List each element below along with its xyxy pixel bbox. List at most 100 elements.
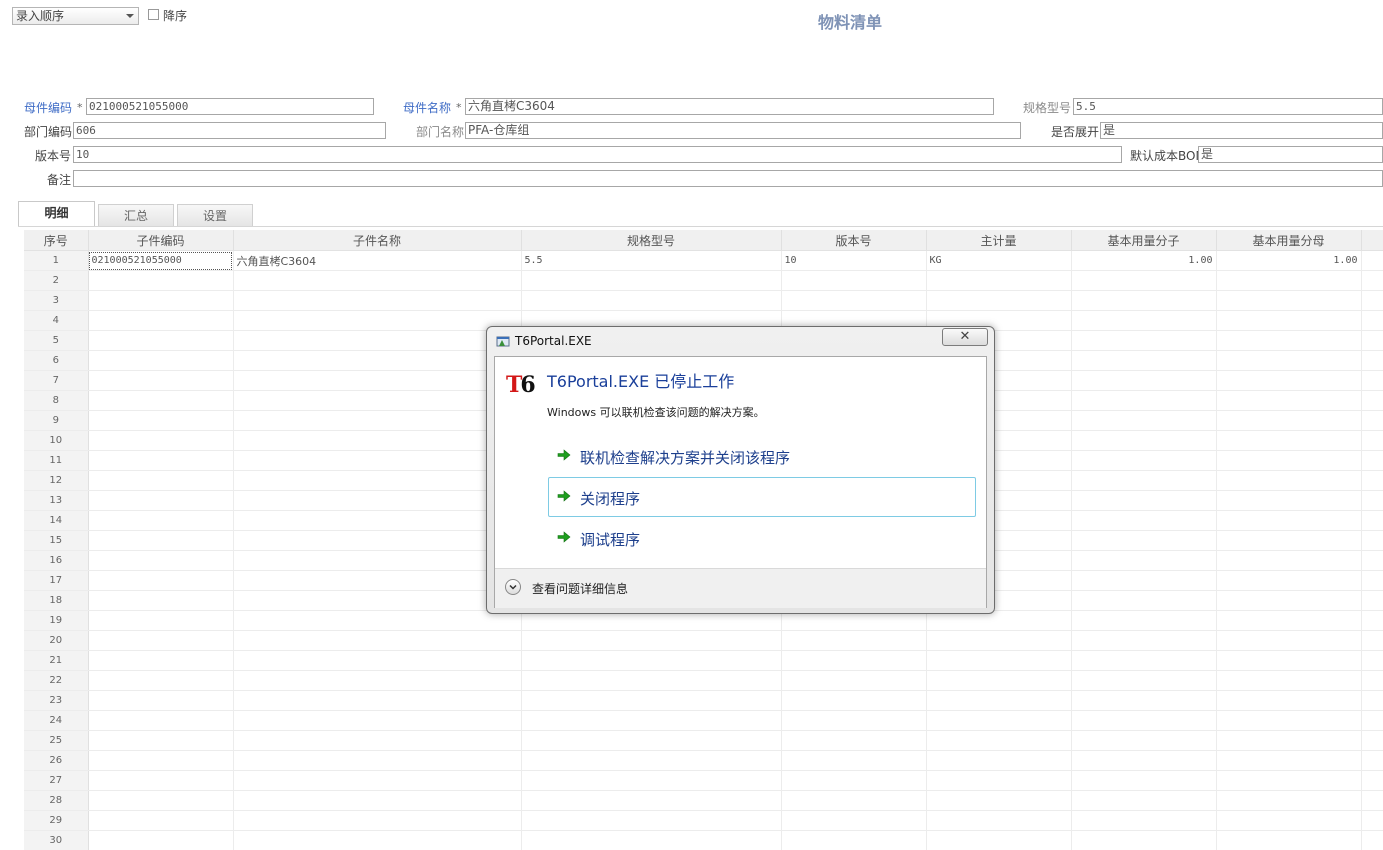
cell-name[interactable]: [233, 710, 522, 731]
cell-version[interactable]: [781, 730, 927, 751]
cell-name[interactable]: [233, 730, 522, 751]
cell-numerator[interactable]: [1071, 330, 1217, 351]
cell-denominator[interactable]: [1216, 290, 1362, 311]
cell-unit[interactable]: [926, 790, 1072, 811]
col-header-code[interactable]: 子件编码: [88, 230, 234, 251]
cell-name[interactable]: [233, 530, 522, 551]
cell-name[interactable]: [233, 550, 522, 571]
cell-denominator[interactable]: [1216, 310, 1362, 331]
cell-code[interactable]: [88, 290, 234, 311]
cell-numerator[interactable]: [1071, 610, 1217, 631]
cell-numerator[interactable]: [1071, 750, 1217, 771]
show-details-button[interactable]: [505, 579, 521, 595]
cell-denominator[interactable]: [1216, 730, 1362, 751]
cell-unit[interactable]: [926, 830, 1072, 850]
cell-name[interactable]: [233, 310, 522, 331]
cell-denominator[interactable]: [1216, 350, 1362, 371]
cell-denominator[interactable]: [1216, 710, 1362, 731]
cell-code[interactable]: [88, 370, 234, 391]
cell-numerator[interactable]: [1071, 510, 1217, 531]
cell-numerator[interactable]: [1071, 710, 1217, 731]
cell-unit[interactable]: [926, 710, 1072, 731]
cell-spec[interactable]: [521, 810, 782, 831]
cell-code[interactable]: [88, 430, 234, 451]
cell-name[interactable]: [233, 610, 522, 631]
cell-spec[interactable]: [521, 730, 782, 751]
cell-name[interactable]: [233, 370, 522, 391]
cell-code[interactable]: [88, 730, 234, 751]
cell-spec[interactable]: [521, 770, 782, 791]
cell-denominator[interactable]: [1216, 370, 1362, 391]
cell-version[interactable]: [781, 630, 927, 651]
cell-name[interactable]: [233, 570, 522, 591]
tab-settings[interactable]: 设置: [177, 204, 253, 227]
cell-name[interactable]: [233, 790, 522, 811]
cell-numerator[interactable]: [1071, 410, 1217, 431]
cell-unit[interactable]: [926, 810, 1072, 831]
cell-numerator[interactable]: [1071, 350, 1217, 371]
cell-spec[interactable]: [521, 830, 782, 850]
expand-field[interactable]: 是: [1100, 122, 1383, 139]
version-field[interactable]: 10: [73, 146, 1122, 163]
debug-program-option[interactable]: 调试程序: [548, 518, 976, 558]
cell-code[interactable]: [88, 510, 234, 531]
cell-version[interactable]: [781, 270, 927, 291]
cell-code[interactable]: [88, 590, 234, 611]
table-row[interactable]: 24: [24, 710, 1383, 731]
table-row[interactable]: 30: [24, 830, 1383, 850]
cell-spec[interactable]: 5.5: [521, 250, 782, 271]
cell-unit[interactable]: [926, 670, 1072, 691]
cell-denominator[interactable]: [1216, 610, 1362, 631]
cell-denominator[interactable]: [1216, 390, 1362, 411]
table-row[interactable]: 21: [24, 650, 1383, 671]
cell-version[interactable]: [781, 790, 927, 811]
cell-denominator[interactable]: [1216, 590, 1362, 611]
cell-denominator[interactable]: [1216, 690, 1362, 711]
cell-spec[interactable]: [521, 670, 782, 691]
cell-code[interactable]: [88, 670, 234, 691]
table-row[interactable]: 25: [24, 730, 1383, 751]
col-header-spec[interactable]: 规格型号: [521, 230, 782, 251]
cell-unit[interactable]: [926, 650, 1072, 671]
cell-code[interactable]: [88, 650, 234, 671]
cell-denominator[interactable]: [1216, 670, 1362, 691]
cell-name[interactable]: [233, 650, 522, 671]
cell-spec[interactable]: [521, 710, 782, 731]
cell-name[interactable]: [233, 270, 522, 291]
table-row[interactable]: 2: [24, 270, 1383, 291]
cell-denominator[interactable]: [1216, 550, 1362, 571]
cell-name[interactable]: [233, 510, 522, 531]
cell-numerator[interactable]: [1071, 310, 1217, 331]
cell-numerator[interactable]: [1071, 810, 1217, 831]
cell-code[interactable]: [88, 610, 234, 631]
cell-denominator[interactable]: [1216, 410, 1362, 431]
cell-code[interactable]: [88, 450, 234, 471]
cell-denominator[interactable]: [1216, 750, 1362, 771]
table-row[interactable]: 28: [24, 790, 1383, 811]
cell-name[interactable]: [233, 690, 522, 711]
cell-name[interactable]: [233, 430, 522, 451]
cell-code[interactable]: [88, 470, 234, 491]
cell-code[interactable]: [88, 570, 234, 591]
cell-code[interactable]: [88, 690, 234, 711]
cell-version[interactable]: [781, 290, 927, 311]
cell-spec[interactable]: [521, 270, 782, 291]
cell-code[interactable]: [88, 330, 234, 351]
cell-name[interactable]: [233, 450, 522, 471]
table-row[interactable]: 22: [24, 670, 1383, 691]
cell-numerator[interactable]: [1071, 790, 1217, 811]
cell-unit[interactable]: [926, 290, 1072, 311]
cell-denominator[interactable]: [1216, 830, 1362, 850]
cell-version[interactable]: [781, 690, 927, 711]
cell-denominator[interactable]: [1216, 570, 1362, 591]
cell-numerator[interactable]: [1071, 630, 1217, 651]
cell-numerator[interactable]: 1.00: [1071, 250, 1217, 271]
tab-detail[interactable]: 明细: [18, 201, 95, 227]
col-header-unit[interactable]: 主计量: [926, 230, 1072, 251]
cell-numerator[interactable]: [1071, 550, 1217, 571]
cell-name[interactable]: [233, 350, 522, 371]
close-button[interactable]: ✕: [942, 328, 988, 346]
cell-numerator[interactable]: [1071, 670, 1217, 691]
parent-name-field[interactable]: 六角直栲C3604: [465, 98, 994, 115]
table-row[interactable]: 20: [24, 630, 1383, 651]
